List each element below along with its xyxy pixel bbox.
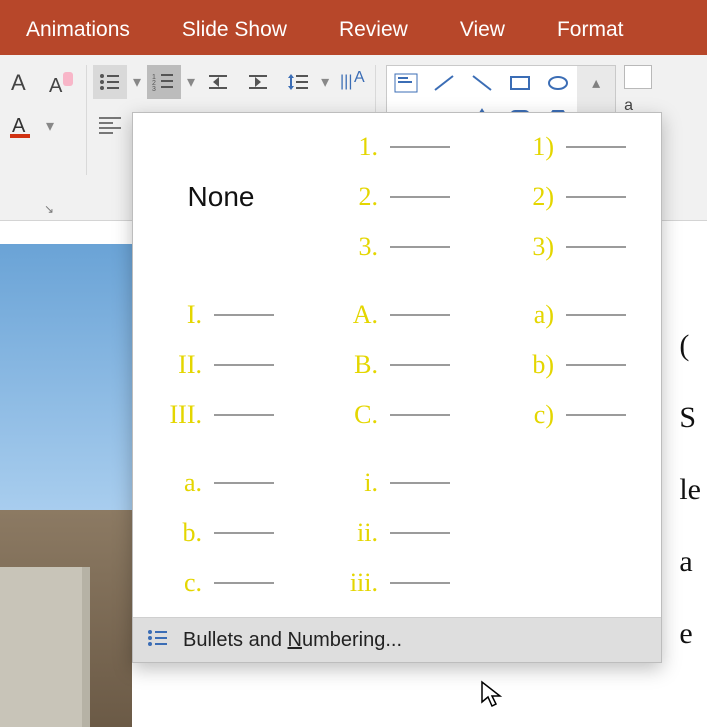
bullets-and-numbering-label: Bullets and Numbering...: [183, 629, 402, 652]
svg-text:A: A: [12, 115, 26, 137]
numbering-option-none[interactable]: None: [133, 113, 309, 281]
align-left-button[interactable]: [93, 109, 127, 143]
numbering-option-roman-lower[interactable]: i. ii. iii.: [309, 449, 485, 617]
svg-text:A: A: [11, 70, 26, 95]
ribbon-separator: [86, 65, 87, 175]
numbering-option-alpha-lower-period[interactable]: a. b. c.: [133, 449, 309, 617]
shape-rect-icon[interactable]: [501, 66, 539, 100]
slide-image: [0, 244, 132, 727]
tab-animations[interactable]: Animations: [0, 5, 156, 55]
increase-indent-button[interactable]: [241, 65, 275, 99]
numbering-option-1-paren[interactable]: 1) 2) 3): [485, 113, 661, 281]
none-label: None: [188, 181, 255, 213]
svg-text:3: 3: [152, 86, 156, 92]
increase-font-button[interactable]: A: [6, 65, 40, 99]
font-color-button[interactable]: A: [6, 109, 40, 143]
clear-formatting-button[interactable]: A: [46, 65, 80, 99]
numbering-option-roman-upper[interactable]: I. II. III.: [133, 281, 309, 449]
tab-slide-show[interactable]: Slide Show: [156, 5, 313, 55]
tab-format[interactable]: Format: [531, 5, 650, 55]
shape-line2-icon[interactable]: [463, 66, 501, 100]
shape-oval-icon[interactable]: [539, 66, 577, 100]
bullets-and-numbering-menu-item[interactable]: Bullets and Numbering...: [133, 617, 661, 662]
shape-fill-swatch[interactable]: [624, 65, 652, 89]
bullets-numbering-icon: [147, 629, 169, 652]
line-spacing-button[interactable]: [281, 65, 315, 99]
text-direction-button[interactable]: |||A: [335, 65, 369, 99]
decrease-indent-button[interactable]: [201, 65, 235, 99]
numbering-option-alpha-lower-paren[interactable]: a) b) c): [485, 281, 661, 449]
numbering-option-1-period[interactable]: 1. 2. 3.: [309, 113, 485, 281]
svg-text:A: A: [49, 75, 63, 96]
window-accent-bar: [0, 0, 707, 5]
tab-view[interactable]: View: [434, 5, 531, 55]
numbering-button[interactable]: 123: [147, 65, 181, 99]
numbering-option-alpha-upper[interactable]: A. B. C.: [309, 281, 485, 449]
ribbon-tabs: Animations Slide Show Review View Format: [0, 5, 707, 55]
shapes-scroll-up[interactable]: ▴: [577, 66, 615, 100]
shape-textbox-icon[interactable]: [387, 66, 425, 100]
numbering-dropdown: None 1. 2. 3. 1) 2) 3) I. II. III.: [132, 112, 662, 663]
tab-review[interactable]: Review: [313, 5, 434, 55]
shape-line-icon[interactable]: [425, 66, 463, 100]
bullets-button[interactable]: [93, 65, 127, 99]
slide-text-fragment: ( S le a e: [679, 310, 701, 670]
svg-text:A: A: [354, 69, 365, 86]
svg-text:|||: |||: [340, 73, 352, 90]
